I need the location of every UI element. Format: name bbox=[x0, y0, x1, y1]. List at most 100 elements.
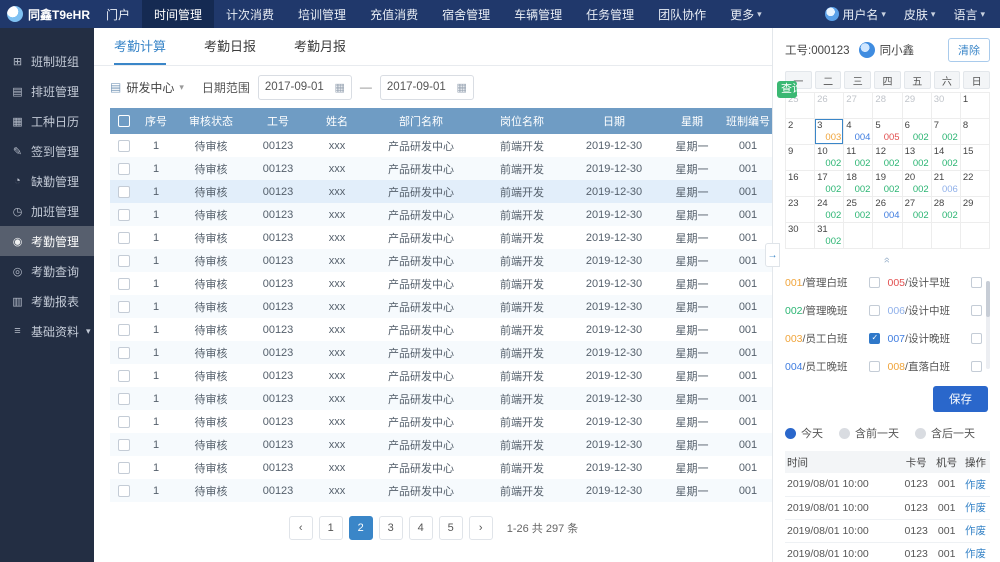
table-row[interactable]: 1 待审核 00123 xxx 产品研发中心 前端开发 2019-12-30 星期一 001 bbox=[110, 341, 772, 364]
calendar-cell[interactable]: 14 002 bbox=[931, 145, 961, 171]
weekday-header[interactable]: 三 bbox=[844, 71, 872, 89]
page-button-5[interactable]: 5 bbox=[438, 516, 463, 540]
table-row[interactable]: 1 待审核 00123 xxx 产品研发中心 前端开发 2019-12-30 星期一 001 bbox=[110, 157, 772, 180]
tab[interactable]: 考勤计算 bbox=[114, 28, 167, 65]
nav-item[interactable]: 时间管理 bbox=[142, 0, 215, 28]
shift-checkbox[interactable] bbox=[971, 361, 982, 372]
radio-option[interactable]: 含后一天 bbox=[915, 425, 975, 441]
shift-scrollbar[interactable] bbox=[986, 281, 990, 369]
weekday-header[interactable]: 日 bbox=[963, 71, 990, 89]
calendar-cell[interactable] bbox=[844, 223, 874, 249]
weekday-header[interactable]: 二 bbox=[814, 71, 842, 89]
row-checkbox[interactable] bbox=[118, 277, 130, 290]
nav-item[interactable]: 车辆管理 bbox=[502, 0, 574, 28]
calendar-cell[interactable]: 28 002 bbox=[931, 197, 961, 223]
row-checkbox[interactable] bbox=[118, 185, 130, 198]
row-checkbox[interactable] bbox=[118, 438, 130, 451]
nav-item[interactable]: 宿舍管理 bbox=[430, 0, 502, 28]
nav-item[interactable]: 任务管理 bbox=[574, 0, 646, 28]
calendar-cell[interactable] bbox=[873, 223, 903, 249]
nav-item[interactable]: 门户 bbox=[94, 0, 142, 28]
radio-option[interactable]: 含前一天 bbox=[839, 425, 899, 441]
save-button[interactable]: 保存 bbox=[933, 386, 988, 412]
calendar-cell[interactable] bbox=[931, 223, 961, 249]
nav-user-menu[interactable]: 语言 ▾ bbox=[944, 6, 994, 23]
row-checkbox[interactable] bbox=[118, 415, 130, 428]
calendar-cell[interactable]: 5 005 bbox=[873, 119, 903, 145]
row-checkbox[interactable] bbox=[118, 231, 130, 244]
calendar-cell[interactable]: 23 bbox=[786, 197, 816, 223]
shift-checkbox[interactable] bbox=[868, 361, 880, 372]
table-row[interactable]: 1 待审核 00123 xxx 产品研发中心 前端开发 2019-12-30 星期一 001 bbox=[110, 295, 772, 318]
calendar-cell[interactable]: 19 002 bbox=[873, 171, 903, 197]
row-checkbox[interactable] bbox=[118, 300, 130, 313]
calendar-cell[interactable]: 3 003 bbox=[815, 119, 845, 145]
calendar-cell[interactable]: 1 bbox=[960, 93, 990, 119]
sidebar-item[interactable]: ⊞ 班制班组 bbox=[0, 46, 94, 76]
tab[interactable]: 考勤月报 bbox=[294, 28, 346, 65]
calendar-cell[interactable]: 27 bbox=[844, 93, 874, 119]
calendar-cell[interactable]: 29 bbox=[902, 93, 932, 119]
void-link[interactable]: 作废 bbox=[965, 502, 986, 514]
page-button-1[interactable]: 1 bbox=[318, 516, 343, 540]
table-row[interactable]: 1 待审核 00123 xxx 产品研发中心 前端开发 2019-12-30 星期一 001 bbox=[110, 456, 772, 479]
calendar-cell[interactable]: 29 bbox=[960, 197, 990, 223]
row-checkbox[interactable] bbox=[118, 162, 130, 175]
calendar-cell[interactable]: 30 bbox=[786, 223, 816, 249]
calendar-cell[interactable]: 28 bbox=[873, 93, 903, 119]
weekday-header[interactable]: 五 bbox=[903, 71, 931, 89]
sidebar-item[interactable]: ▦ 工种日历 bbox=[0, 106, 94, 136]
calendar-cell[interactable]: 6 002 bbox=[902, 119, 932, 145]
nav-item[interactable]: 充值消费 bbox=[358, 0, 430, 28]
calendar-cell[interactable]: 26 bbox=[815, 93, 845, 119]
calendar-cell[interactable]: 18 002 bbox=[844, 171, 874, 197]
nav-user-menu[interactable]: 皮肤 ▾ bbox=[895, 6, 945, 23]
sidebar-item[interactable]: ✎ 签到管理 bbox=[0, 136, 94, 166]
table-row[interactable]: 1 待审核 00123 xxx 产品研发中心 前端开发 2019-12-30 星期一 001 bbox=[110, 226, 772, 249]
calendar-cell[interactable]: 21 006 bbox=[931, 171, 961, 197]
sidebar-item[interactable]: ◔ 缺勤管理 bbox=[0, 166, 94, 196]
date-to-input[interactable]: 2017-09-01 ▦ bbox=[379, 74, 474, 100]
clear-button[interactable]: 清除 bbox=[948, 38, 990, 62]
row-checkbox[interactable] bbox=[118, 392, 130, 405]
calendar-cell[interactable]: 16 bbox=[786, 171, 816, 197]
weekday-header[interactable]: 四 bbox=[874, 71, 901, 89]
select-all-checkbox[interactable] bbox=[118, 115, 130, 128]
page-button-4[interactable]: 4 bbox=[408, 516, 433, 540]
table-row[interactable]: 1 待审核 00123 xxx 产品研发中心 前端开发 2019-12-30 星期一 001 bbox=[110, 364, 772, 387]
sidebar-item[interactable]: ≡ 基础资料 ▾ bbox=[0, 316, 94, 346]
calendar-cell[interactable]: 31 002 bbox=[815, 223, 845, 249]
calendar-cell[interactable]: 2 bbox=[786, 119, 816, 145]
table-row[interactable]: 1 待审核 00123 xxx 产品研发中心 前端开发 2019-12-30 星期一 001 bbox=[110, 134, 772, 157]
shift-checkbox[interactable] bbox=[971, 277, 982, 288]
shift-checkbox[interactable] bbox=[868, 305, 880, 316]
table-row[interactable]: 1 待审核 00123 xxx 产品研发中心 前端开发 2019-12-30 星期一 001 bbox=[110, 272, 772, 295]
void-link[interactable]: 作废 bbox=[965, 548, 986, 560]
table-row[interactable]: 1 待审核 00123 xxx 产品研发中心 前端开发 2019-12-30 星期一 001 bbox=[110, 318, 772, 341]
row-checkbox[interactable] bbox=[118, 369, 130, 382]
search-button[interactable]: 查询 bbox=[777, 81, 797, 98]
calendar-cell[interactable]: 15 bbox=[960, 145, 990, 171]
table-row[interactable]: 1 待审核 00123 xxx 产品研发中心 前端开发 2019-12-30 星期一 001 bbox=[110, 180, 772, 203]
sidebar-item[interactable]: ▥ 考勤报表 bbox=[0, 286, 94, 316]
calendar-cell[interactable]: 26 004 bbox=[873, 197, 903, 223]
nav-item[interactable]: 团队协作 bbox=[646, 0, 718, 28]
row-checkbox[interactable] bbox=[118, 346, 130, 359]
calendar-cell[interactable]: 8 bbox=[960, 119, 990, 145]
table-row[interactable]: 1 待审核 00123 xxx 产品研发中心 前端开发 2019-12-30 星期一 001 bbox=[110, 433, 772, 456]
nav-user-menu[interactable]: 用户名 ▾ bbox=[816, 6, 895, 23]
calendar-cell[interactable]: 17 002 bbox=[815, 171, 845, 197]
void-link[interactable]: 作废 bbox=[965, 525, 986, 537]
row-checkbox[interactable] bbox=[118, 139, 130, 152]
next-page-button[interactable]: › bbox=[468, 516, 493, 540]
calendar-collapse-bar[interactable]: » bbox=[785, 254, 990, 267]
sidebar-item[interactable]: ◷ 加班管理 bbox=[0, 196, 94, 226]
sidebar-item[interactable]: ◉ 考勤管理 bbox=[0, 226, 94, 256]
table-row[interactable]: 1 待审核 00123 xxx 产品研发中心 前端开发 2019-12-30 星期一 001 bbox=[110, 410, 772, 433]
calendar-cell[interactable]: 7 002 bbox=[931, 119, 961, 145]
calendar-cell[interactable]: 11 002 bbox=[844, 145, 874, 171]
calendar-cell[interactable]: 24 002 bbox=[815, 197, 845, 223]
department-select[interactable]: ▤ 研发中心 ▾ bbox=[110, 79, 184, 96]
prev-page-button[interactable]: ‹ bbox=[288, 516, 313, 540]
row-checkbox[interactable] bbox=[118, 254, 130, 267]
